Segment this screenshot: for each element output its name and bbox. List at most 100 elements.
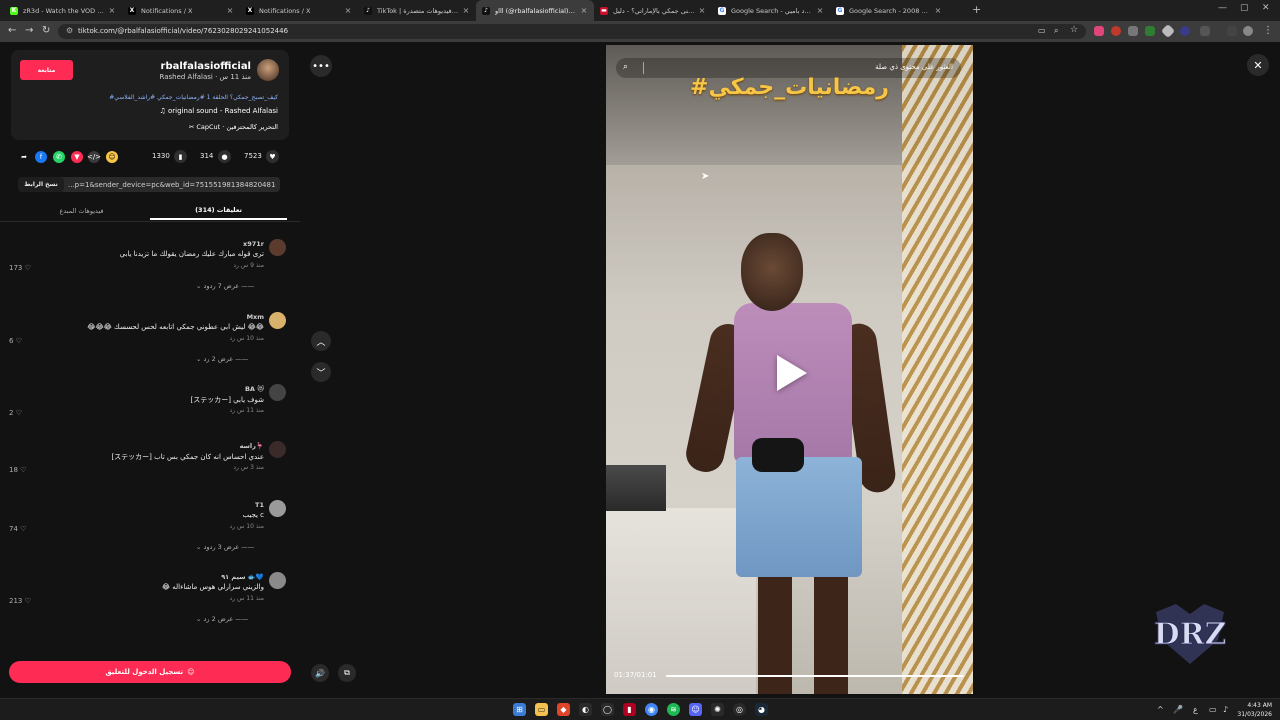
follow-button[interactable]: متابعة (20, 60, 73, 80)
extension-icon[interactable] (1145, 26, 1155, 36)
extension-icon[interactable] (1128, 26, 1138, 36)
start-icon[interactable]: ⊞ (513, 703, 526, 716)
comment-username[interactable]: راسه🦩 (240, 442, 264, 450)
volume-icon[interactable]: 🔊 (311, 664, 329, 682)
close-tab-icon[interactable]: × (934, 6, 942, 15)
brave-icon[interactable]: ◆ (557, 703, 570, 716)
pip-icon[interactable]: ⧉ (338, 664, 356, 682)
whatsapp-icon[interactable]: ✆ (53, 151, 65, 163)
app-icon[interactable]: ✺ (711, 703, 724, 716)
view-replies-button[interactable]: ⌄ عرض 2 رد —— (196, 615, 248, 623)
steam-icon[interactable]: ◕ (755, 703, 768, 716)
comment-like-button[interactable]: 213 ♡ (9, 597, 31, 605)
view-replies-button[interactable]: ⌄ عرض 2 رد —— (196, 355, 248, 363)
browser-tab[interactable]: ♪ TikTok | شاهد فيديوهات متصدرة× (358, 0, 476, 21)
zoom-icon[interactable]: ⌕ (1054, 26, 1058, 36)
more-options-button[interactable]: ••• (310, 55, 332, 77)
maximize-icon[interactable]: ▢ (1240, 3, 1249, 13)
facebook-icon[interactable]: f (35, 151, 47, 163)
bookmark-icon[interactable]: ▮ (174, 150, 187, 163)
system-clock[interactable]: 4:43 AM 31/03/2026 (1236, 701, 1272, 719)
comment-avatar[interactable] (269, 441, 286, 458)
cast-icon[interactable]: ▭ (1038, 26, 1046, 35)
tray-chevron-icon[interactable]: ^ (1157, 705, 1164, 714)
new-tab-icon[interactable]: + (972, 3, 981, 16)
close-tab-icon[interactable]: × (226, 6, 234, 15)
comment-avatar[interactable] (269, 312, 286, 329)
video-player[interactable]: ⌕ العثور على محتوى ذي صلة #رمضانيات_جمكي… (606, 45, 973, 694)
chrome-icon[interactable]: ◉ (645, 703, 658, 716)
browser-tab[interactable]: X Notifications / X × (122, 0, 240, 21)
microphone-icon[interactable]: 🎤 (1173, 705, 1183, 714)
minimize-icon[interactable]: — (1218, 3, 1227, 13)
share-arrow-icon[interactable]: ➦ (18, 151, 30, 163)
browser-tab[interactable]: ♪ اااو (@rbalfalasiofficial) | TikTok× (476, 0, 594, 21)
app-icon[interactable]: ◐ (579, 703, 592, 716)
comment-username[interactable]: x971r (243, 240, 264, 248)
tab-comments[interactable]: تعليقات (314) (150, 202, 287, 220)
comment-meta[interactable]: منذ 10 س رد (230, 523, 264, 530)
capcut-link[interactable]: ✂ CapCut · التحرير كالمحترفين (189, 123, 278, 131)
share-link-text[interactable]: ...p=1&sender_device=pc&web_id=751551981… (68, 181, 276, 189)
reload-icon[interactable]: ↻ (42, 25, 50, 36)
url-text[interactable]: tiktok.com/@rbalfalasiofficial/video/762… (78, 27, 288, 35)
forward-icon[interactable]: → (25, 25, 33, 36)
video-progress-bar[interactable] (666, 675, 964, 677)
close-video-button[interactable]: ✕ (1247, 54, 1269, 76)
comment-meta[interactable]: منذ 3 س رد (233, 464, 264, 471)
browser-tab[interactable]: G Google Search - حمود باميي × (712, 0, 830, 21)
comment-like-button[interactable]: 2 ♡ (9, 409, 22, 417)
comment-meta[interactable]: منذ 11 س رد (230, 407, 264, 414)
video-hashtags[interactable]: #كيف_تصبح_جمكي؟ الحلقة 1 #رمضانيات_جمكي … (109, 94, 278, 101)
close-tab-icon[interactable]: × (344, 6, 352, 15)
close-tab-icon[interactable]: × (816, 6, 824, 15)
comment-avatar[interactable] (269, 500, 286, 517)
previous-video-button[interactable]: ︿ (311, 331, 331, 351)
browser-tab[interactable]: G Google Search - لكزس 2008× (830, 0, 948, 21)
app-icon[interactable]: ◯ (601, 703, 614, 716)
site-info-icon[interactable]: ⚙ (66, 26, 73, 35)
browser-tab[interactable]: ▬ ما معنى جمكي بالإماراتي؟ - دليل × (594, 0, 712, 21)
comment-username[interactable]: BA 😻 (245, 385, 264, 393)
view-replies-button[interactable]: ⌄ عرض 7 ردود —— (196, 282, 254, 290)
extension-icon[interactable] (1111, 26, 1121, 36)
bookmark-star-icon[interactable]: ☆ (1070, 25, 1078, 35)
embed-icon[interactable]: </> (87, 151, 101, 163)
comment-bubble-icon[interactable]: ● (218, 150, 231, 163)
speaker-icon[interactable]: ♪ (1223, 705, 1228, 714)
comment-username[interactable]: T1 (255, 501, 264, 509)
comment-avatar[interactable] (269, 384, 286, 401)
comment-avatar[interactable] (269, 572, 286, 589)
comment-like-button[interactable]: 74 ♡ (9, 525, 26, 533)
extension-icon[interactable] (1094, 26, 1104, 36)
close-tab-icon[interactable]: × (108, 6, 116, 15)
spotify-icon[interactable]: ≋ (667, 703, 680, 716)
sound-link[interactable]: ♫ original sound - Rashed Alfalasi (160, 107, 279, 115)
comment-like-button[interactable]: 6 ♡ (9, 337, 22, 345)
browser-tab[interactable]: X Notifications / X × (240, 0, 358, 21)
comment-username[interactable]: سيم ٩١ 🐟💙 (221, 573, 264, 581)
address-bar[interactable]: ⚙ tiktok.com/@rbalfalasiofficial/video/7… (58, 24, 1086, 39)
login-to-comment-button[interactable]: تسجيل الدخول للتعليق ☺ (9, 661, 291, 683)
discord-icon[interactable]: ☺ (689, 703, 702, 716)
tab-creator-videos[interactable]: فيديوهات المبدع (13, 202, 150, 220)
close-tab-icon[interactable]: × (698, 6, 706, 15)
app-icon[interactable]: ▮ (623, 703, 636, 716)
browser-tab[interactable]: KzR3d - Watch the VOD on Kick× (4, 0, 122, 21)
comment-like-button[interactable]: 18 ♡ (9, 466, 26, 474)
sidebar-icon[interactable] (1227, 26, 1237, 36)
repost-icon[interactable]: ▼ (71, 151, 83, 163)
comment-like-button[interactable]: 173 ♡ (9, 264, 31, 272)
next-video-button[interactable]: ﹀ (311, 362, 331, 382)
input-language[interactable]: ع (1193, 705, 1198, 714)
play-icon[interactable] (777, 355, 807, 391)
copy-link-button[interactable]: نسخ الرابط (18, 177, 64, 192)
back-icon[interactable]: ← (8, 25, 16, 36)
view-replies-button[interactable]: ⌄ عرض 3 ردود —— (196, 543, 254, 551)
close-window-icon[interactable]: ✕ (1262, 3, 1270, 13)
app-icon[interactable]: ◎ (733, 703, 746, 716)
network-icon[interactable]: ▭ (1209, 705, 1217, 714)
extension-icon[interactable] (1180, 26, 1190, 36)
comment-avatar[interactable] (269, 239, 286, 256)
creator-username[interactable]: rbalfalasiofficial (161, 61, 251, 72)
